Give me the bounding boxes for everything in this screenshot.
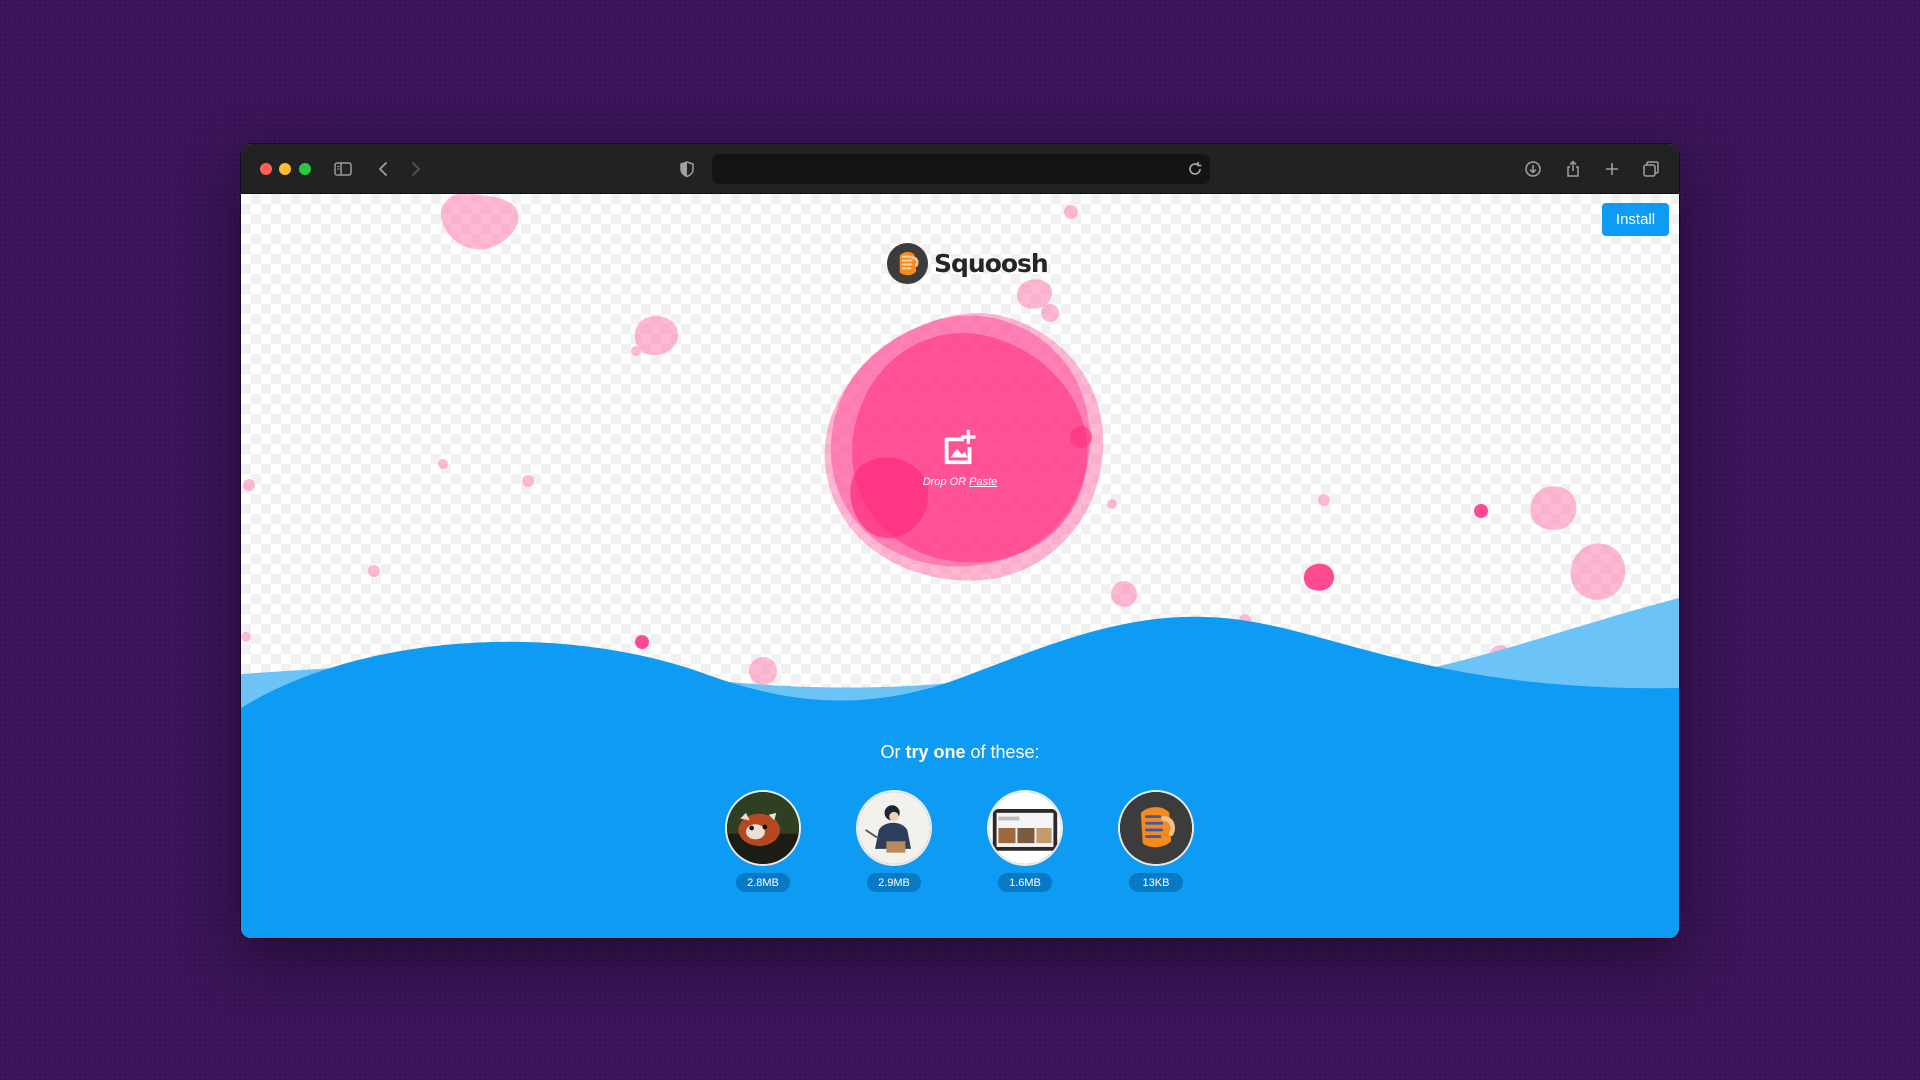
sidebar-icon[interactable] <box>331 157 355 181</box>
browser-window: Install Squoosh Drop OR Paste Or try one… <box>241 144 1679 938</box>
page-content: Install Squoosh Drop OR Paste Or try one… <box>241 194 1679 938</box>
maximize-window-button[interactable] <box>299 163 311 175</box>
shield-icon[interactable] <box>675 157 699 181</box>
demo-images: 2.8MB 2.9MB 1.6MB 13KB <box>725 790 1195 900</box>
demo-squoosh-logo[interactable]: 13KB <box>1118 790 1194 892</box>
demo-thumbnail <box>725 790 801 866</box>
demo-size-badge: 1.6MB <box>998 873 1052 892</box>
demo-red-panda[interactable]: 2.8MB <box>725 790 801 892</box>
forward-icon[interactable] <box>403 157 427 181</box>
address-bar[interactable] <box>712 154 1210 184</box>
download-icon[interactable] <box>1521 157 1545 181</box>
tabs-overview-icon[interactable] <box>1639 157 1663 181</box>
demo-thumbnail <box>856 790 932 866</box>
demo-thumbnail <box>987 790 1063 866</box>
demo-size-badge: 13KB <box>1129 873 1183 892</box>
demo-heading: Or try one of these: <box>241 742 1679 763</box>
browser-toolbar <box>241 144 1679 194</box>
new-tab-icon[interactable] <box>1600 157 1624 181</box>
demo-heading-suffix: of these: <box>970 742 1040 762</box>
demo-device-screen[interactable]: 1.6MB <box>987 790 1063 892</box>
demo-thumbnail <box>1118 790 1194 866</box>
demo-heading-prefix: Or <box>880 742 901 762</box>
share-icon[interactable] <box>1561 157 1585 181</box>
close-window-button[interactable] <box>260 163 272 175</box>
demo-artwork[interactable]: 2.9MB <box>856 790 932 892</box>
back-icon[interactable] <box>372 157 396 181</box>
demo-heading-bold: try one <box>905 742 966 762</box>
demo-size-badge: 2.9MB <box>867 873 921 892</box>
reload-icon[interactable] <box>1183 157 1207 181</box>
demo-size-badge: 2.8MB <box>736 873 790 892</box>
minimize-window-button[interactable] <box>279 163 291 175</box>
